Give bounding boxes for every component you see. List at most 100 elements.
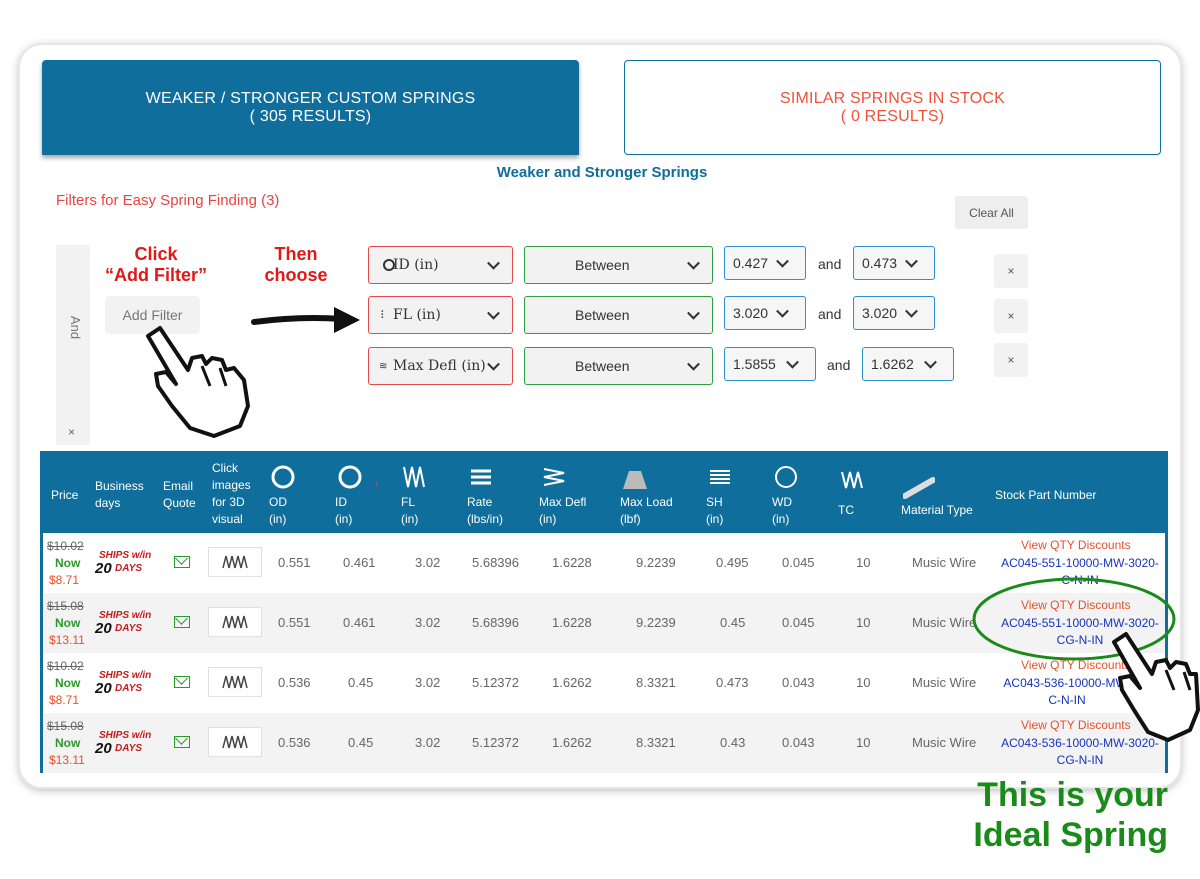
filter-field-select-id[interactable]: ID (in) <box>368 246 513 284</box>
cell-material: Music Wire <box>912 615 977 630</box>
price-now-label: Now <box>55 676 81 690</box>
col-material: Material Type <box>901 503 973 517</box>
filter-operator-label: Between <box>575 257 630 273</box>
cell-wd: 0.045 <box>782 615 815 630</box>
and-group-remove-button[interactable]: × <box>68 425 75 439</box>
col-tc: TC <box>838 503 854 517</box>
filter-operator-select[interactable]: Between <box>524 347 713 385</box>
cell-material: Music Wire <box>912 555 977 570</box>
tab-stock-title: SIMILAR SPRINGS IN STOCK <box>780 89 1005 107</box>
wire-material-icon <box>903 477 935 499</box>
filter-operator-select[interactable]: Between <box>524 246 713 284</box>
spring-length-icon: ⫶ <box>381 309 384 321</box>
chevron-down-icon <box>487 306 500 320</box>
weight-icon <box>623 471 647 489</box>
total-coils-icon <box>841 471 863 489</box>
cell-max-load: 9.2239 <box>636 615 676 630</box>
cell-tc: 10 <box>856 555 871 570</box>
email-quote-icon[interactable] <box>174 676 190 688</box>
max-deflection-icon <box>543 468 565 486</box>
solid-height-icon <box>710 470 730 484</box>
annotation-click-line2: “Add Filter” <box>105 265 207 285</box>
price-sale: $13.11 <box>49 753 85 767</box>
chevron-down-icon <box>487 256 500 270</box>
cell-id: 0.45 <box>348 735 374 750</box>
filter-max-select[interactable]: 3.020 <box>853 296 935 330</box>
filter-field-label: Max Defl (in) <box>393 358 486 374</box>
cell-id: 0.461 <box>343 555 376 570</box>
sort-up-icon[interactable]: ↑ <box>374 480 379 491</box>
filter-min-select[interactable]: 1.5855 <box>724 347 816 381</box>
cell-max-defl: 1.6262 <box>552 675 592 690</box>
filters-title: Filters for Easy Spring Finding (3) <box>56 192 280 209</box>
ideal-spring-callout: This is your Ideal Spring <box>880 775 1168 855</box>
filter-max-select[interactable]: 1.6262 <box>862 347 954 381</box>
cell-od: 0.536 <box>278 735 311 750</box>
filter-min-select[interactable]: 0.427 <box>724 246 806 280</box>
filter-operator-select[interactable]: Between <box>524 296 713 334</box>
cell-tc: 10 <box>856 735 871 750</box>
spring-thumbnail-image[interactable] <box>208 547 262 577</box>
filter-min-value: 1.5855 <box>733 356 776 372</box>
email-quote-icon[interactable] <box>174 616 190 628</box>
filter-operator-label: Between <box>575 358 630 374</box>
cell-rate: 5.68396 <box>472 615 519 630</box>
od-ring-icon <box>271 465 295 489</box>
filter-field-label: ID (in) <box>393 257 439 273</box>
ships-badge: SHIPS w/in 20 DAYS <box>95 730 152 757</box>
tab-custom-springs[interactable]: WEAKER / STRONGER CUSTOM SPRINGS ( 305 R… <box>42 60 579 155</box>
spring-thumbnail-image[interactable] <box>208 727 262 757</box>
filter-and-label: and <box>827 357 851 373</box>
cell-rate: 5.68396 <box>472 555 519 570</box>
ships-badge: SHIPS w/in 20 DAYS <box>95 610 152 637</box>
ships-badge: SHIPS w/in 20 DAYS <box>95 550 152 577</box>
col-id: ID (in) <box>335 495 353 526</box>
cell-od: 0.551 <box>278 615 311 630</box>
remove-filter-button[interactable]: × <box>994 343 1028 377</box>
filter-min-value: 0.427 <box>733 255 769 271</box>
clear-all-button[interactable]: Clear All <box>955 196 1028 229</box>
cell-tc: 10 <box>856 615 871 630</box>
filter-field-select-fl[interactable]: ⫶ FL (in) <box>368 296 513 334</box>
cell-rate: 5.12372 <box>472 675 519 690</box>
chevron-down-icon <box>905 254 918 268</box>
filter-min-select[interactable]: 3.020 <box>724 296 806 330</box>
table-row[interactable]: $15.08 Now $13.11 SHIPS w/in 20 DAYS 0.536… <box>43 713 1165 773</box>
section-title: Weaker and Stronger Springs <box>496 164 708 181</box>
pointing-hand-cursor-icon <box>1112 632 1200 742</box>
chevron-down-icon <box>687 256 700 270</box>
chevron-down-icon <box>687 306 700 320</box>
spring-thumbnail-image[interactable] <box>208 667 262 697</box>
price-original: $10.02 <box>47 539 84 553</box>
filter-field-select-maxdefl[interactable]: ≋ Max Defl (in) <box>368 347 513 385</box>
cell-id: 0.461 <box>343 615 376 630</box>
col-fl: FL (in) <box>401 495 419 526</box>
col-images: Click images for 3D visual <box>212 461 251 526</box>
chevron-down-icon <box>905 304 918 318</box>
spring-thumbnail-image[interactable] <box>208 607 262 637</box>
email-quote-icon[interactable] <box>174 736 190 748</box>
price-original: $15.08 <box>47 719 84 733</box>
arrow-right-icon <box>251 307 360 333</box>
remove-filter-button[interactable]: × <box>994 254 1028 288</box>
view-qty-discounts-link[interactable]: View QTY Discounts <box>1021 538 1131 552</box>
cell-sh: 0.45 <box>720 615 746 630</box>
chevron-down-icon <box>776 254 789 268</box>
cell-max-load: 9.2239 <box>636 555 676 570</box>
email-quote-icon[interactable] <box>174 556 190 568</box>
price-now-label: Now <box>55 616 81 630</box>
cell-tc: 10 <box>856 675 871 690</box>
annotation-click-line1: Click <box>134 244 178 264</box>
price-sale: $8.71 <box>49 693 80 707</box>
chevron-down-icon <box>776 304 789 318</box>
tab-stock-springs[interactable]: SIMILAR SPRINGS IN STOCK ( 0 RESULTS) <box>624 60 1161 155</box>
cell-max-defl: 1.6228 <box>552 615 592 630</box>
price-now-label: Now <box>55 736 81 750</box>
cell-od: 0.551 <box>278 555 311 570</box>
chevron-down-icon <box>487 357 500 371</box>
chevron-down-icon <box>786 355 799 369</box>
filter-max-select[interactable]: 0.473 <box>853 246 935 280</box>
pointing-hand-cursor-icon <box>146 326 250 438</box>
remove-filter-button[interactable]: × <box>994 299 1028 333</box>
free-length-spring-icon <box>403 466 425 488</box>
